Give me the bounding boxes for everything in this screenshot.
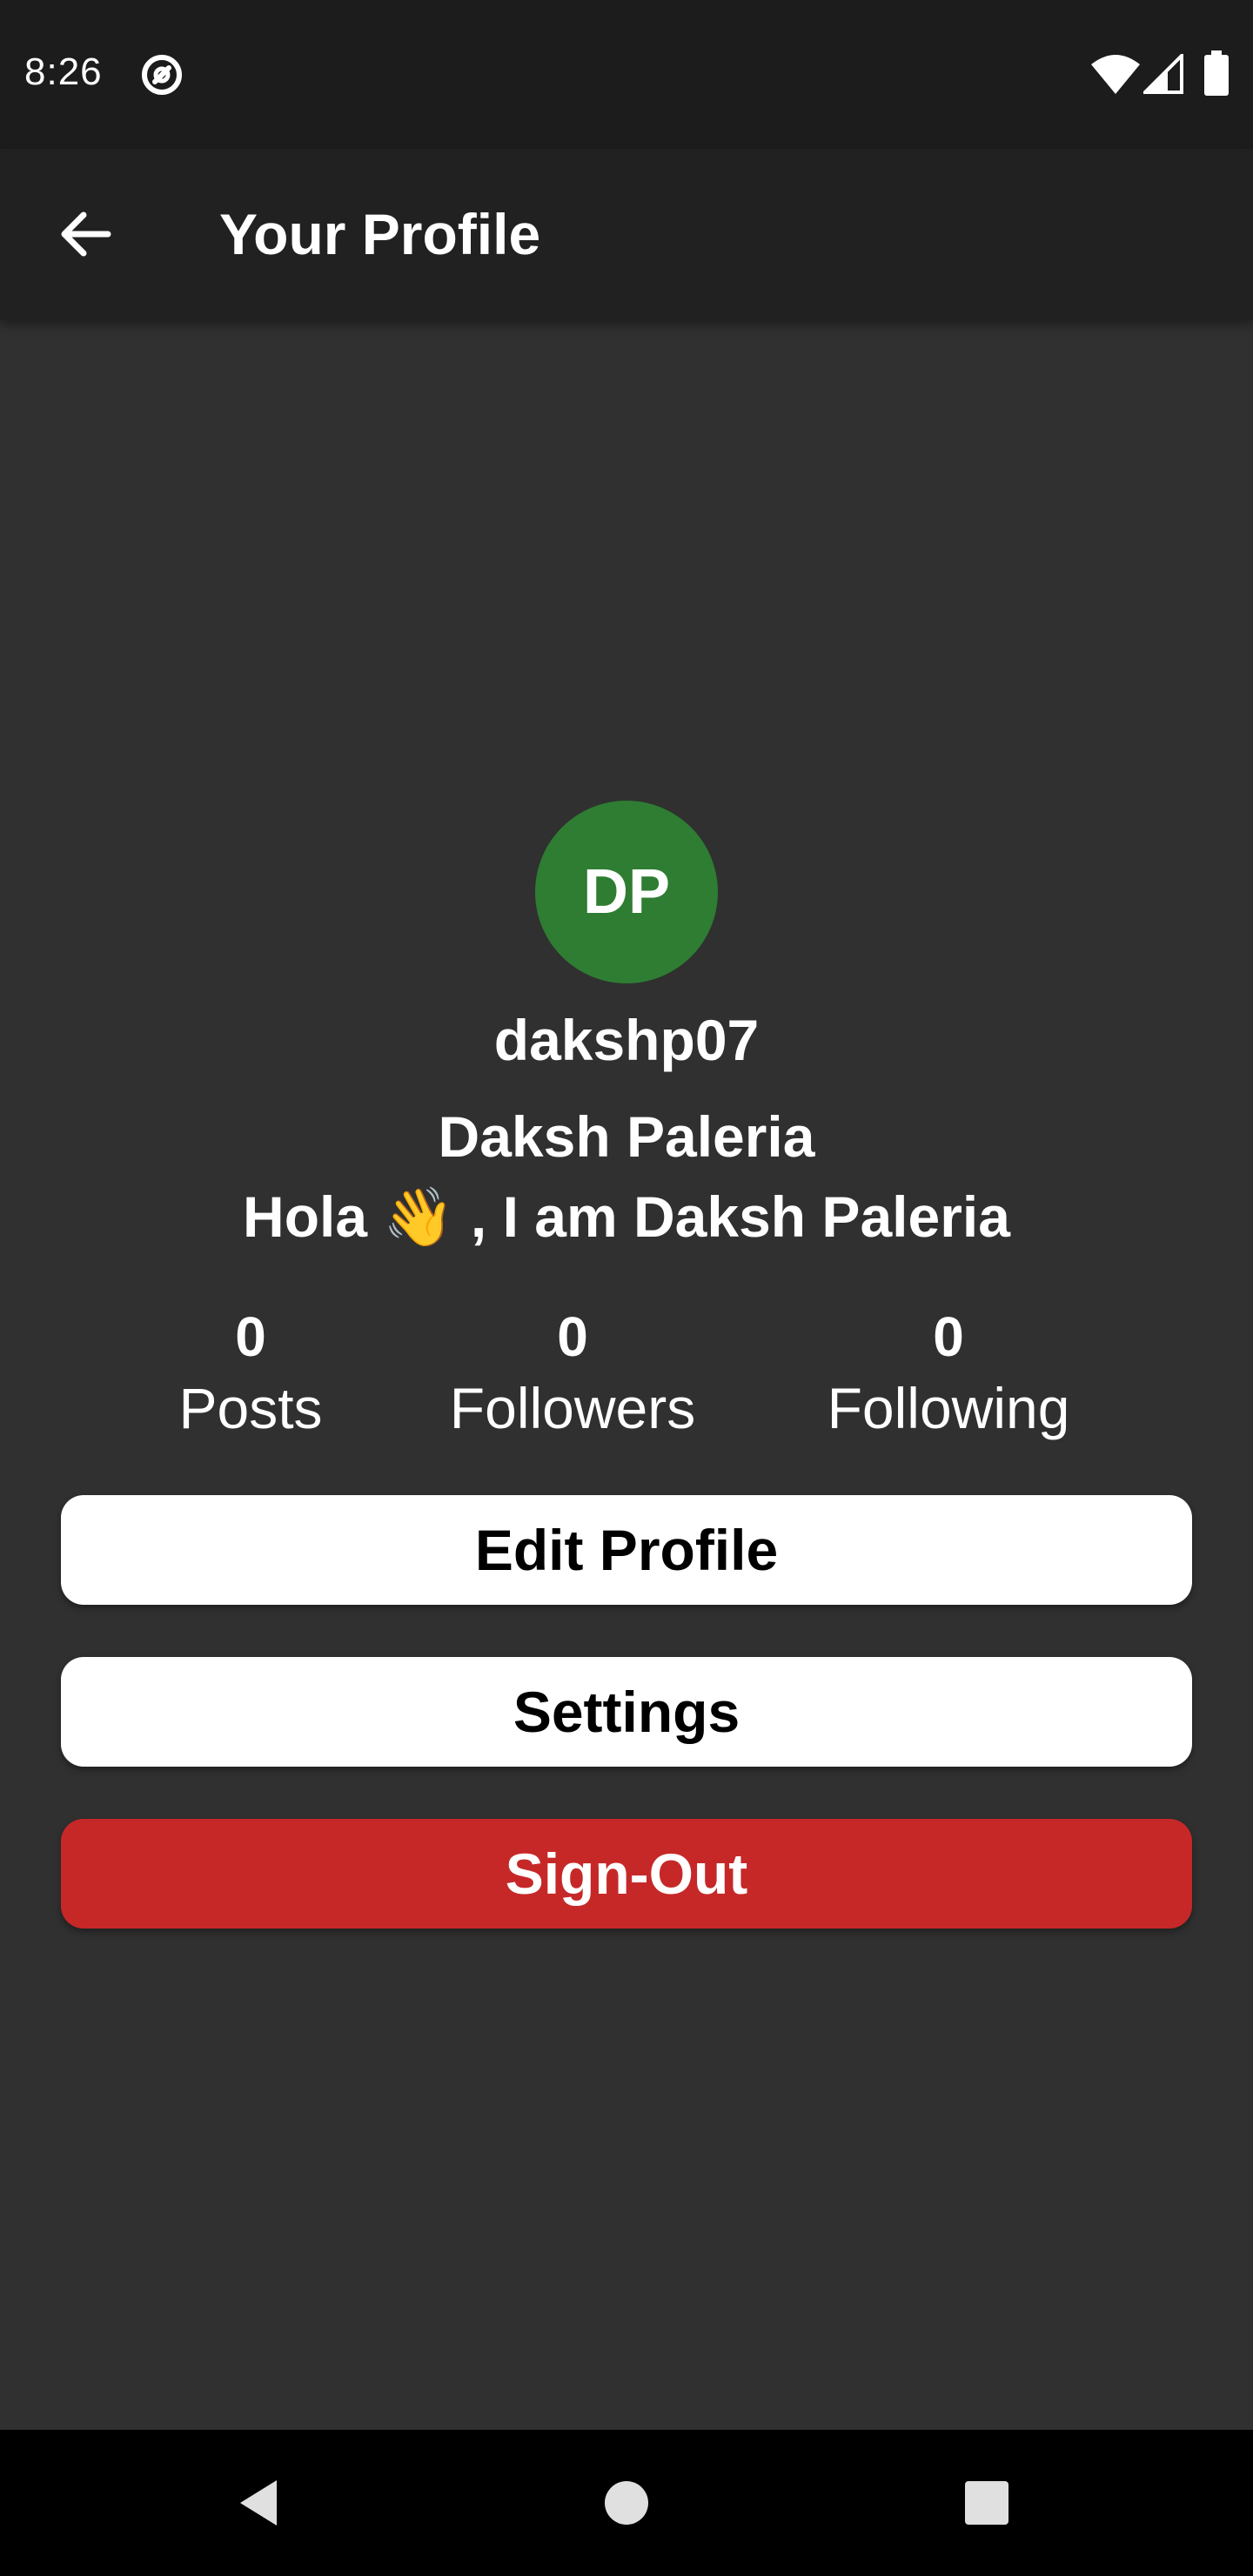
signal-icon xyxy=(1143,54,1183,94)
battery-icon xyxy=(1204,50,1229,96)
stat-count: 0 xyxy=(933,1305,964,1368)
status-bar: 8:26 xyxy=(0,0,1253,149)
back-button[interactable] xyxy=(44,192,127,276)
nav-home-button[interactable] xyxy=(590,2466,663,2539)
profile-stats: 0 Posts 0 Followers 0 Following xyxy=(0,1302,1253,1450)
stat-count: 0 xyxy=(557,1305,588,1368)
stat-label: Followers xyxy=(449,1376,696,1440)
username: dakshp07 xyxy=(493,1008,760,1072)
recents-square-icon xyxy=(965,2481,1008,2525)
sign-out-button[interactable]: Sign-Out xyxy=(61,1819,1192,1929)
nav-back-button[interactable] xyxy=(224,2466,298,2539)
full-name: Daksh Paleria xyxy=(438,1104,815,1169)
vpn-icon xyxy=(142,55,182,95)
edit-profile-button[interactable]: Edit Profile xyxy=(61,1495,1192,1605)
stat-count: 0 xyxy=(235,1305,266,1368)
stat-label: Posts xyxy=(178,1376,323,1440)
profile-header: DP dakshp07 Daksh Paleria Hola 👋 , I am … xyxy=(0,801,1253,1253)
bio: Hola 👋 , I am Daksh Paleria xyxy=(243,1184,1010,1249)
status-time: 8:26 xyxy=(24,50,103,93)
back-triangle-icon xyxy=(240,2480,277,2526)
home-circle-icon xyxy=(605,2481,648,2525)
stat-following[interactable]: 0 Following xyxy=(828,1302,1070,1445)
stat-followers[interactable]: 0 Followers xyxy=(450,1302,695,1445)
app-bar: Your Profile xyxy=(0,149,1253,320)
avatar[interactable]: DP xyxy=(535,801,718,983)
arrow-left-icon xyxy=(61,211,111,257)
stat-posts[interactable]: 0 Posts xyxy=(178,1302,322,1445)
nav-recents-button[interactable] xyxy=(950,2466,1023,2539)
settings-button[interactable]: Settings xyxy=(61,1657,1192,1767)
stat-label: Following xyxy=(827,1376,1070,1440)
system-nav-bar xyxy=(0,2430,1253,2576)
wifi-icon xyxy=(1091,55,1140,94)
page-title: Your Profile xyxy=(219,202,541,266)
